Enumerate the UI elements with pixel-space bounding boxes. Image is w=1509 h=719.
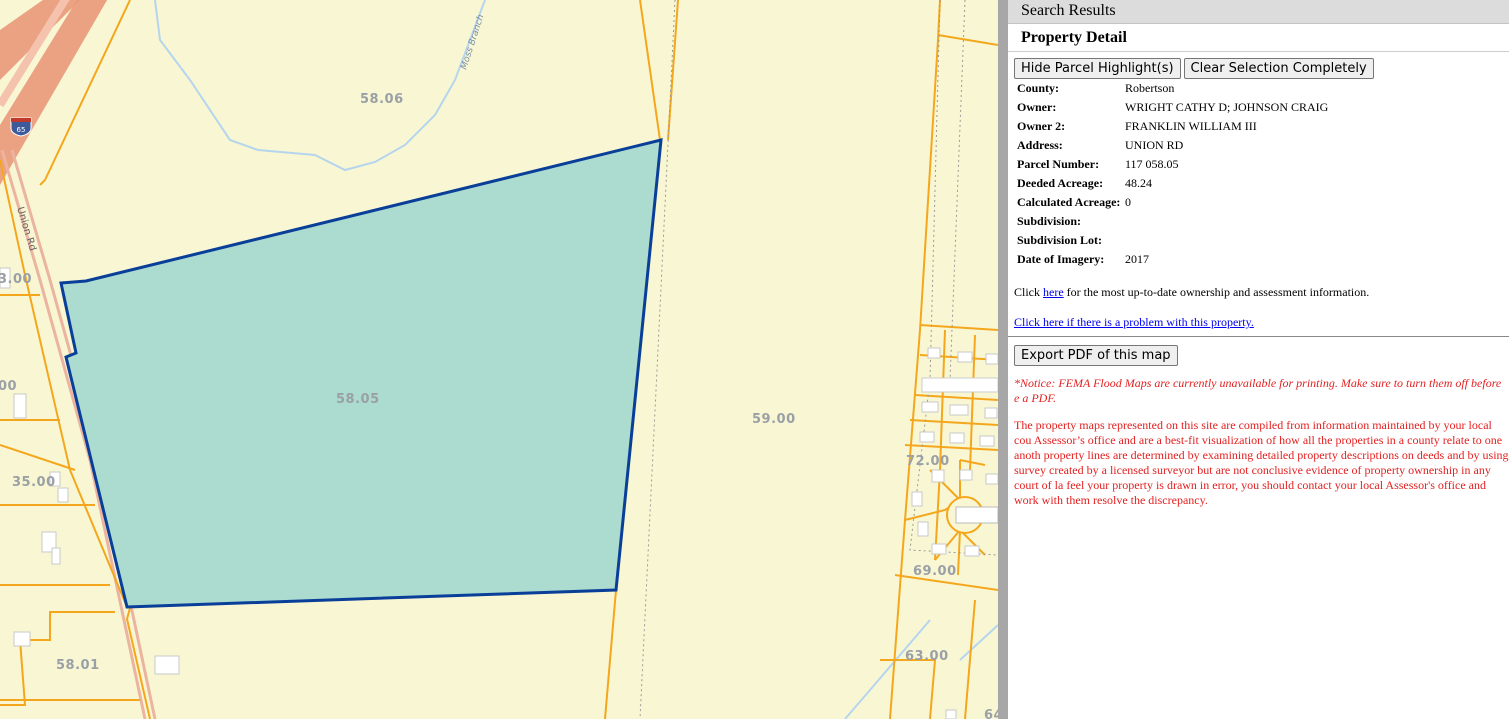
field-value: 117 058.05 bbox=[1125, 157, 1179, 171]
field-value: Robertson bbox=[1125, 81, 1175, 95]
field-value: 48.24 bbox=[1125, 176, 1152, 190]
problem-link-wrap: Click here if there is a problem with th… bbox=[1014, 315, 1254, 330]
property-map-disclaimer: The property maps represented on this si… bbox=[1014, 418, 1509, 507]
parcel-label-58-05: 58.05 bbox=[336, 392, 380, 407]
click-suffix-text: for the most up-to-date ownership and as… bbox=[1063, 285, 1370, 299]
field-label: Subdivision Lot: bbox=[1017, 233, 1103, 247]
info-row-parcel-number: Parcel Number: 117 058.05 bbox=[1014, 155, 1328, 174]
info-row-owner-2: Owner 2: FRANKLIN WILLIAM III bbox=[1014, 117, 1328, 136]
info-row-subdivision-lot: Subdivision Lot: bbox=[1014, 231, 1328, 250]
info-row-county: County: Robertson bbox=[1014, 79, 1328, 98]
field-label: County: bbox=[1017, 81, 1060, 95]
hide-parcel-highlight-button[interactable]: Hide Parcel Highlight(s) bbox=[1014, 58, 1181, 79]
export-row: Export PDF of this map bbox=[1014, 344, 1181, 366]
property-info-table: County: Robertson Owner: WRIGHT CATHY D; J… bbox=[1014, 79, 1328, 269]
interstate-shield-icon: 65 bbox=[10, 117, 32, 137]
parcel-button-row: Hide Parcel Highlight(s) Clear Selection … bbox=[1014, 57, 1377, 79]
field-label: Calculated Acreage: bbox=[1017, 195, 1121, 209]
section-divider bbox=[1008, 336, 1509, 337]
info-row-address: Address: UNION RD bbox=[1014, 136, 1328, 155]
field-label: Subdivision: bbox=[1017, 214, 1082, 228]
parcel-label-35-00: 35.00 bbox=[12, 475, 56, 490]
export-pdf-button[interactable]: Export PDF of this map bbox=[1014, 345, 1178, 366]
clear-selection-button[interactable]: Clear Selection Completely bbox=[1183, 58, 1374, 79]
stream-label: Moss Branch bbox=[459, 13, 486, 71]
field-label: Owner 2: bbox=[1017, 119, 1066, 133]
parcel-label-58-06: 58.06 bbox=[360, 92, 404, 107]
results-panel: Search Results Property Detail Hide Parc… bbox=[1008, 0, 1509, 719]
parcel-map[interactable]: 65 58.06 58.05 59.00 3.00 00 35.00 58.01… bbox=[0, 0, 998, 719]
parcel-label-72-00: 72.00 bbox=[906, 454, 950, 469]
parcel-label-69-00: 69.00 bbox=[913, 564, 957, 579]
field-value bbox=[1122, 212, 1328, 231]
parcel-label-59-00: 59.00 bbox=[752, 412, 796, 427]
info-row-calculated-acreage: Calculated Acreage: 0 bbox=[1014, 193, 1328, 212]
fema-notice: *Notice: FEMA Flood Maps are currently u… bbox=[1014, 376, 1502, 405]
search-results-header[interactable]: Search Results bbox=[1008, 0, 1509, 24]
panel-divider[interactable] bbox=[998, 0, 1008, 719]
parcel-label-3-00: 3.00 bbox=[0, 272, 32, 287]
parcel-label-00: 00 bbox=[0, 379, 17, 394]
parcel-label-58-01: 58.01 bbox=[56, 658, 100, 673]
field-value bbox=[1122, 231, 1328, 250]
field-label: Date of Imagery: bbox=[1017, 252, 1105, 266]
map-canvas[interactable]: 65 58.06 58.05 59.00 3.00 00 35.00 58.01… bbox=[0, 0, 998, 719]
field-label: Deeded Acreage: bbox=[1017, 176, 1104, 190]
field-value: 0 bbox=[1125, 195, 1131, 209]
parcel-label-63-00: 63.00 bbox=[905, 649, 949, 664]
assessment-info-text: Click here for the most up-to-date owner… bbox=[1014, 285, 1369, 300]
click-prefix-text: Click bbox=[1014, 285, 1043, 299]
shield-label: 65 bbox=[17, 126, 26, 134]
info-row-deeded-acreage: Deeded Acreage: 48.24 bbox=[1014, 174, 1328, 193]
field-value: 2017 bbox=[1125, 252, 1149, 266]
assessment-here-link[interactable]: here bbox=[1043, 285, 1064, 299]
field-label: Address: bbox=[1017, 138, 1063, 152]
field-value: FRANKLIN WILLIAM III bbox=[1125, 119, 1257, 133]
property-detail-header[interactable]: Property Detail bbox=[1008, 24, 1509, 52]
info-row-subdivision: Subdivision: bbox=[1014, 212, 1328, 231]
field-label: Parcel Number: bbox=[1017, 157, 1100, 171]
info-row-date-of-imagery: Date of Imagery: 2017 bbox=[1014, 250, 1328, 269]
field-value: WRIGHT CATHY D; JOHNSON CRAIG bbox=[1125, 100, 1329, 114]
selected-parcel-highlight[interactable] bbox=[59, 138, 663, 609]
field-label: Owner: bbox=[1017, 100, 1057, 114]
field-value: UNION RD bbox=[1125, 138, 1184, 152]
stream-moss-branch bbox=[154, 0, 486, 172]
parcel-label-64: 64 bbox=[984, 708, 998, 719]
report-problem-link[interactable]: Click here if there is a problem with th… bbox=[1014, 315, 1254, 329]
info-row-owner: Owner: WRIGHT CATHY D; JOHNSON CRAIG bbox=[1014, 98, 1328, 117]
